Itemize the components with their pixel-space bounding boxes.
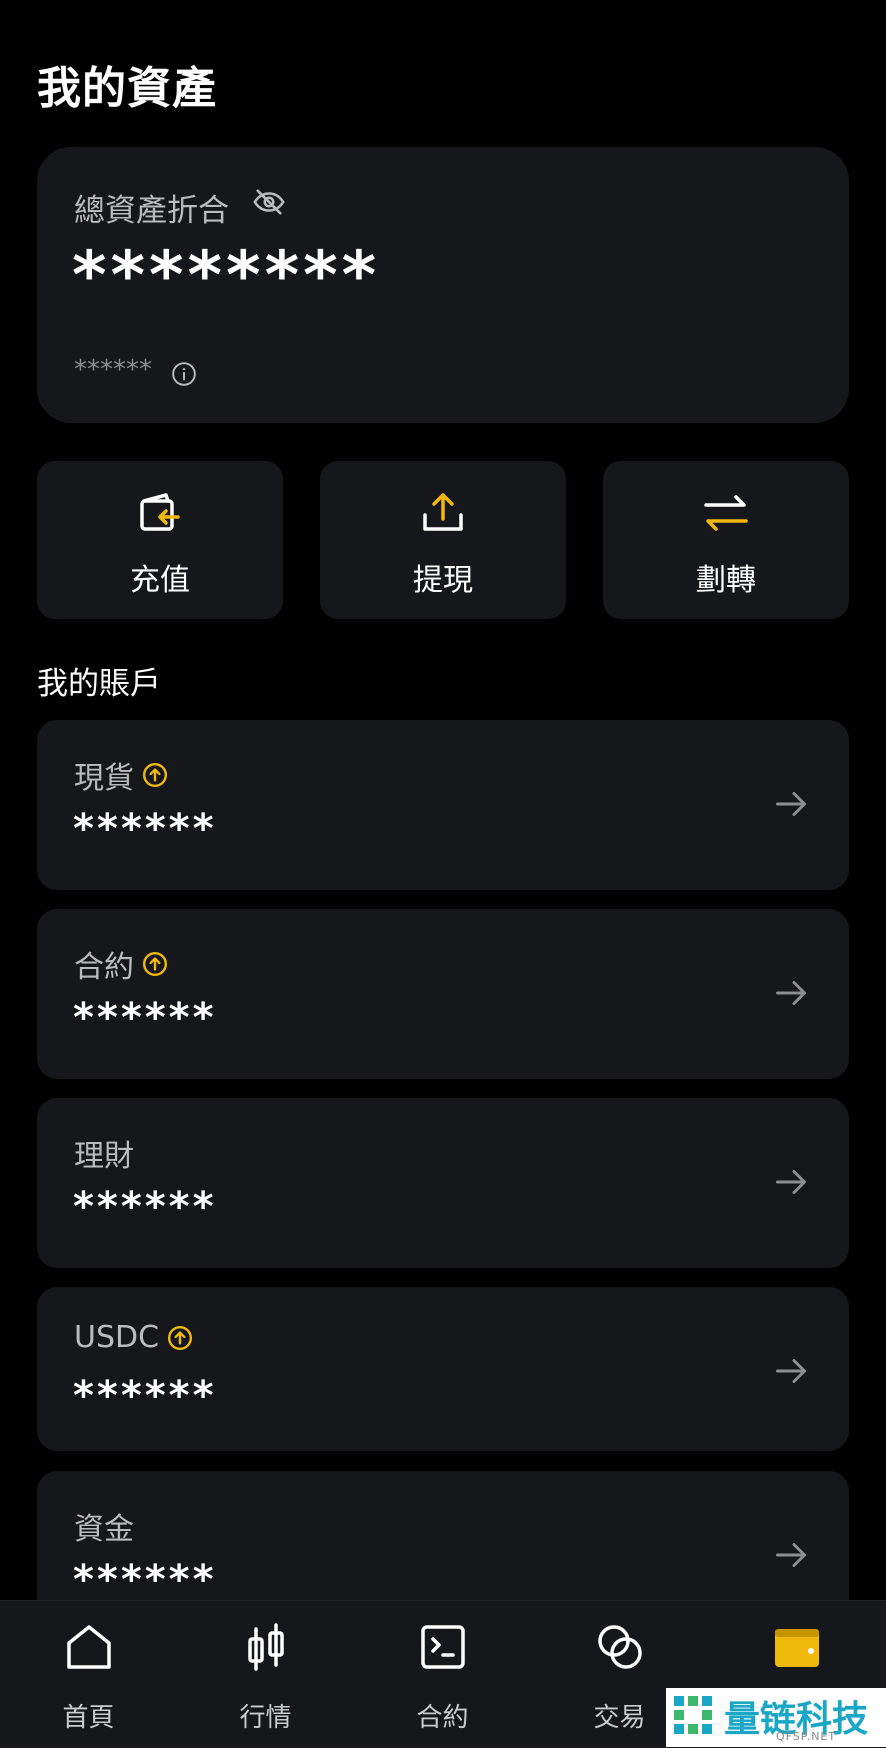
account-value: ****** (73, 806, 217, 852)
tab-home[interactable]: 首頁 (0, 1601, 177, 1748)
tab-label: 合約 (416, 1703, 469, 1733)
candlestick-icon (248, 1623, 284, 1671)
account-name-row: 理財 (74, 1131, 134, 1175)
arrow-right-icon (776, 1543, 806, 1567)
account-value: ****** (73, 1557, 217, 1603)
watermark-subtext: QFSP.NET (776, 1730, 837, 1743)
arrow-right-icon (776, 981, 806, 1005)
withdraw-icon (423, 493, 463, 531)
watermark: 量链科技 QFSP.NET (666, 1688, 886, 1747)
arrow-up-circle-icon (142, 951, 168, 977)
tab-label: 行情 (239, 1703, 292, 1733)
account-value: ****** (73, 1184, 217, 1230)
exchange-icon (598, 1625, 642, 1669)
total-balance-label: 總資產折合 (74, 193, 229, 229)
deposit-button[interactable]: 充值 (37, 461, 283, 619)
account-name: 現貨 (74, 761, 134, 796)
total-balance-card: 總資產折合 ******** ****** (37, 147, 849, 423)
tab-markets[interactable]: 行情 (177, 1601, 354, 1748)
info-icon[interactable] (171, 361, 197, 387)
account-name-row: USDC (74, 1320, 193, 1355)
withdraw-label: 提現 (413, 563, 473, 598)
arrow-right-icon (776, 1359, 806, 1383)
transfer-label: 劃轉 (696, 563, 756, 598)
deposit-label: 充值 (130, 563, 190, 598)
arrow-right-icon (776, 1170, 806, 1194)
account-card-usdc[interactable]: USDC ****** (37, 1287, 849, 1451)
account-name: 理財 (74, 1139, 134, 1174)
home-icon (67, 1625, 111, 1669)
account-card-contract[interactable]: 合約 ****** (37, 909, 849, 1079)
contract-icon (421, 1625, 465, 1669)
tab-label: 首頁 (62, 1703, 115, 1733)
tab-contract[interactable]: 合約 (354, 1601, 531, 1748)
wallet-icon (775, 1629, 819, 1667)
transfer-button[interactable]: 劃轉 (603, 461, 849, 619)
account-name: USDC (74, 1320, 160, 1355)
withdraw-button[interactable]: 提現 (320, 461, 566, 619)
account-name: 合約 (74, 950, 134, 985)
total-balance-value: ******** (72, 237, 381, 314)
account-name-row: 資金 (74, 1504, 134, 1548)
arrow-up-circle-icon (168, 1325, 193, 1350)
account-card-spot[interactable]: 現貨 ****** (37, 720, 849, 890)
transfer-icon (704, 495, 748, 531)
deposit-icon (140, 493, 180, 531)
watermark-logo-icon (674, 1696, 712, 1734)
eye-off-icon[interactable] (252, 185, 286, 219)
arrow-up-circle-icon (142, 762, 168, 788)
account-value: ****** (73, 1373, 217, 1419)
page-title: 我的資產 (37, 63, 217, 114)
total-balance-subvalue: ****** (74, 355, 152, 385)
account-card-earn[interactable]: 理財 ****** (37, 1098, 849, 1268)
account-name-row: 現貨 (74, 753, 168, 797)
accounts-section-title: 我的賬戶 (37, 666, 161, 702)
account-name: 資金 (74, 1512, 134, 1547)
account-name-row: 合約 (74, 942, 168, 986)
arrow-right-icon (776, 792, 806, 816)
account-value: ****** (73, 995, 217, 1041)
